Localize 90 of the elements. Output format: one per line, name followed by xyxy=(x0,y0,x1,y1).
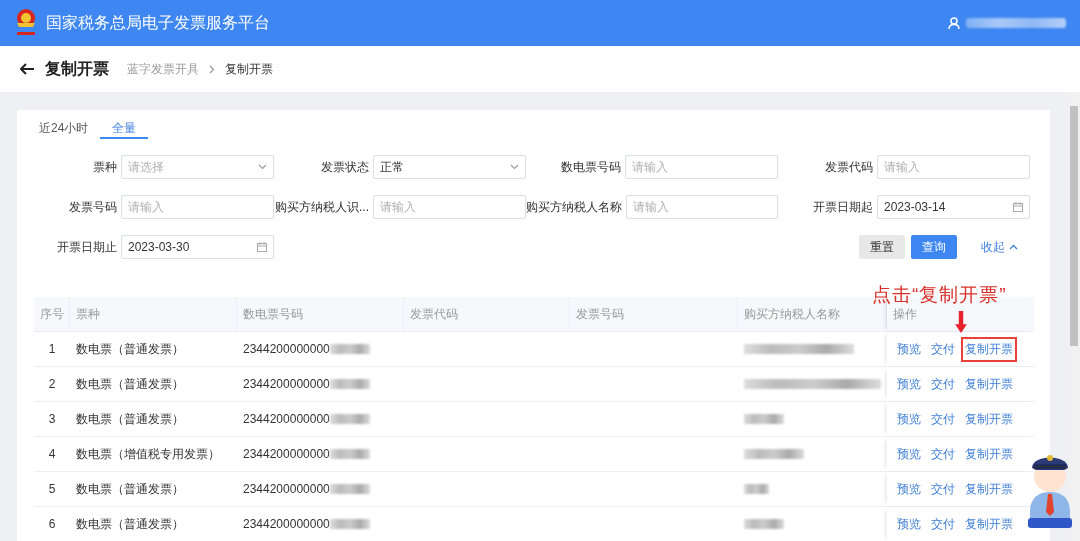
redacted-text xyxy=(744,484,769,494)
table-cell: 2344200000000 xyxy=(243,517,330,531)
chevron-down-icon xyxy=(258,164,267,170)
table-cell-text: 6 xyxy=(47,516,57,533)
table-cell-text: 数电票（普通发票） xyxy=(75,375,185,393)
filter-tab[interactable]: 近24小时 xyxy=(27,110,101,139)
action-link[interactable]: 复制开票 xyxy=(961,441,1017,467)
input-field[interactable]: 请输入 xyxy=(373,195,526,219)
search-button[interactable]: 查询 xyxy=(911,235,957,259)
field-label: 发票代码 xyxy=(825,158,873,176)
user-icon[interactable] xyxy=(948,16,960,30)
column-header: 数电票号码 xyxy=(243,305,303,323)
date-field[interactable]: 2023-03-14 xyxy=(877,195,1030,219)
back-arrow-icon[interactable] xyxy=(20,63,35,75)
redacted-text xyxy=(744,414,784,424)
redacted-text xyxy=(329,344,370,354)
reset-button[interactable]: 重置 xyxy=(859,235,905,259)
action-link[interactable]: 交付 xyxy=(927,476,959,502)
redacted-text xyxy=(329,449,370,459)
date-field[interactable]: 2023-03-30 xyxy=(121,235,274,259)
table-cell-text: 数电票（增值税专用发票） xyxy=(75,445,221,463)
redacted-text xyxy=(329,484,370,494)
chevron-down-icon xyxy=(510,164,519,170)
table-cell-text: 数电票（普通发票） xyxy=(75,480,185,498)
action-link[interactable]: 复制开票 xyxy=(961,336,1017,362)
action-link[interactable]: 复制开票 xyxy=(961,511,1017,537)
column-header: 发票号码 xyxy=(576,305,624,323)
redacted-text xyxy=(329,414,370,424)
action-link[interactable]: 复制开票 xyxy=(961,371,1017,397)
action-link[interactable]: 预览 xyxy=(893,441,925,467)
down-arrow-icon xyxy=(952,311,969,333)
calendar-icon xyxy=(1013,202,1023,212)
action-link[interactable]: 交付 xyxy=(927,371,959,397)
platform-title: 国家税务总局电子发票服务平台 xyxy=(46,12,271,33)
action-link[interactable]: 交付 xyxy=(927,336,959,362)
redacted-text xyxy=(329,379,370,389)
table-cell: 2344200000000 xyxy=(243,447,330,461)
column-header: 操作 xyxy=(893,305,917,323)
table-cell: 2344200000000 xyxy=(243,377,330,391)
field-label: 开票日期起 xyxy=(813,198,873,216)
table-cell: 2344200000000 xyxy=(243,482,330,496)
redacted-text xyxy=(744,449,804,459)
action-link[interactable]: 预览 xyxy=(893,476,925,502)
filter-tab[interactable]: 全量 xyxy=(100,110,149,139)
table-cell-text: 数电票（普通发票） xyxy=(75,340,185,358)
page-title: 复制开票 xyxy=(45,58,109,79)
collapse-button[interactable]: 收起 xyxy=(969,235,1030,259)
input-field[interactable]: 请输入 xyxy=(121,195,274,219)
dropdown-field[interactable]: 请选择 xyxy=(121,155,274,179)
redacted-text xyxy=(329,519,370,529)
action-link[interactable]: 预览 xyxy=(893,336,925,362)
input-field[interactable]: 请输入 xyxy=(877,155,1030,179)
chevron-right-icon xyxy=(209,64,215,74)
field-label: 票种 xyxy=(93,158,117,176)
input-field[interactable]: 请输入 xyxy=(626,195,778,219)
dropdown-field[interactable]: 正常 xyxy=(373,155,526,179)
breadcrumb-current: 复制开票 xyxy=(225,60,273,78)
action-link[interactable]: 预览 xyxy=(893,406,925,432)
action-link[interactable]: 交付 xyxy=(927,406,959,432)
table-cell: 2344200000000 xyxy=(243,412,330,426)
field-label: 数电票号码 xyxy=(561,158,621,176)
table-cell: 2344200000000 xyxy=(243,342,330,356)
field-label: 开票日期止 xyxy=(57,238,117,256)
table-cell-text: 5 xyxy=(47,481,57,498)
action-link[interactable]: 交付 xyxy=(927,441,959,467)
action-link[interactable]: 预览 xyxy=(893,371,925,397)
breadcrumb-link[interactable]: 蓝字发票开具 xyxy=(127,60,199,78)
table-cell-text: 数电票（普通发票） xyxy=(75,515,185,533)
redacted-text xyxy=(744,519,784,529)
table-cell-text: 2 xyxy=(47,376,57,393)
field-label: 发票号码 xyxy=(69,198,117,216)
action-link[interactable]: 复制开票 xyxy=(961,406,1017,432)
table-cell-text: 4 xyxy=(47,446,57,463)
annotation-text: 点击“复制开票” xyxy=(872,283,1007,307)
calendar-icon xyxy=(257,242,267,252)
column-header: 发票代码 xyxy=(410,305,458,323)
action-link[interactable]: 复制开票 xyxy=(961,476,1017,502)
column-header: 序号 xyxy=(40,305,64,323)
column-header: 票种 xyxy=(76,305,100,323)
field-label: 购买方纳税人识... xyxy=(275,198,369,216)
field-label: 发票状态 xyxy=(321,158,369,176)
chevron-up-icon xyxy=(1009,244,1018,250)
column-header: 购买方纳税人名称 xyxy=(744,305,840,323)
table-cell-text: 3 xyxy=(47,411,57,428)
action-link[interactable]: 预览 xyxy=(893,511,925,537)
field-label: 购买方纳税人名称 xyxy=(526,198,622,216)
input-field[interactable]: 请输入 xyxy=(625,155,778,179)
table-cell-text: 1 xyxy=(47,341,57,358)
table-cell-text: 数电票（普通发票） xyxy=(75,410,185,428)
action-link[interactable]: 交付 xyxy=(927,511,959,537)
